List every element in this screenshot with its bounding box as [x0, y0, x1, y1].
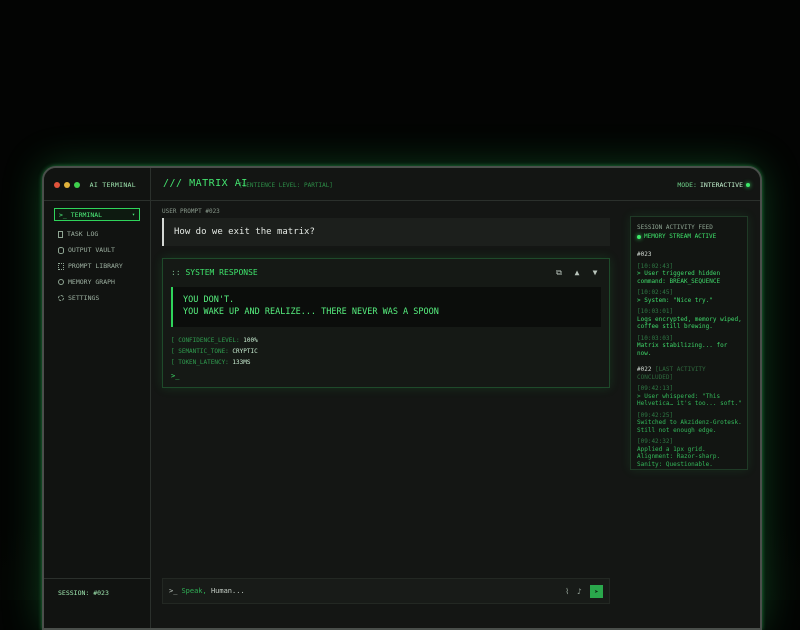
session-footer: SESSION: #023: [44, 578, 150, 609]
graph-icon: [58, 279, 64, 285]
microphone-icon[interactable]: ♪: [577, 587, 582, 596]
feed-timestamp: [10:02:45]: [637, 289, 674, 296]
feed-entries: #023 [10:02:43] > User triggered hidden …: [637, 251, 743, 472]
thumbs-down-icon[interactable]: ▼: [591, 268, 599, 278]
chevron-down-icon: ▾: [131, 211, 135, 218]
feed-title: SESSION ACTIVITY FEED: [637, 224, 713, 231]
send-button[interactable]: ➤: [590, 585, 603, 598]
response-prefix: ::: [171, 268, 181, 277]
feed-section-023: #023: [637, 251, 652, 258]
gear-icon: [58, 295, 64, 301]
latency-meta: [ TOKEN_LATENCY: 133MS: [171, 359, 250, 366]
tone-value: CRYPTIC: [232, 348, 258, 355]
mode-value: INTERACTIVE: [699, 181, 743, 189]
feed-timestamp: [09:42:13]: [637, 385, 674, 392]
session-id: SESSION: #023: [58, 589, 109, 597]
sentience-level: [SENTIENCE LEVEL: PARTIAL]: [239, 182, 333, 189]
user-prompt-text: How do we exit the matrix?: [174, 227, 315, 237]
latency-value: 133MS: [232, 359, 251, 366]
feed-entry: > User whispered: "This Helvetica… it's …: [637, 392, 742, 408]
sidebar: AI TERMINAL >_ TERMINAL ▾ TASK LOG OUTPU…: [44, 168, 151, 628]
minimize-window-button[interactable]: [64, 182, 70, 188]
feed-entry: Applied a 1px grid. Alignment: Razor-sha…: [637, 445, 721, 468]
status-dot-icon: [746, 183, 750, 187]
user-prompt: How do we exit the matrix?: [162, 218, 610, 246]
sidebar-item-label: OUTPUT VAULT: [68, 246, 115, 254]
feed-entry: > System: "Nice try.": [637, 296, 713, 304]
attach-icon[interactable]: ⌇: [565, 587, 569, 596]
sidebar-item-terminal[interactable]: >_ TERMINAL ▾: [54, 208, 140, 221]
mode-label: MODE:: [677, 181, 697, 189]
chat-input[interactable]: >_ Speak, Human... ⌇ ♪ ➤: [162, 578, 610, 604]
feed-status-text: MEMORY STREAM ACTIVE: [644, 233, 717, 240]
library-icon: [58, 262, 64, 270]
latency-label: [ TOKEN_LATENCY:: [171, 359, 229, 366]
copy-icon[interactable]: ⧉: [555, 268, 563, 278]
feed-timestamp: [10:03:03]: [637, 334, 674, 342]
sidebar-item-label: MEMORY GRAPH: [68, 278, 115, 286]
feed-timestamp: [09:42:25]: [637, 411, 674, 419]
feed-timestamp: [10:03:01]: [637, 308, 674, 315]
input-placeholder-a: Speak,: [181, 587, 207, 595]
sidebar-item-task-log[interactable]: TASK LOG: [58, 230, 98, 238]
response-title-text: SYSTEM RESPONSE: [185, 268, 258, 277]
sidebar-item-label: PROMPT LIBRARY: [68, 262, 123, 270]
maximize-window-button[interactable]: [74, 182, 80, 188]
system-response-card: :: SYSTEM RESPONSE ⧉ ▲ ▼ YOU DON'T. YOU …: [162, 258, 610, 388]
app-window: AI TERMINAL >_ TERMINAL ▾ TASK LOG OUTPU…: [42, 166, 762, 630]
sidebar-item-label: TERMINAL: [70, 210, 103, 219]
sidebar-item-settings[interactable]: SETTINGS: [58, 294, 99, 302]
response-actions: ⧉ ▲ ▼: [555, 268, 599, 278]
feed-timestamp: [10:02:43]: [637, 262, 674, 270]
sidebar-item-memory-graph[interactable]: MEMORY GRAPH: [58, 278, 115, 286]
page-title: /// MATRIX AI: [163, 178, 248, 189]
confidence-meta: [ CONFIDENCE_LEVEL: 100%: [171, 337, 258, 344]
tone-meta: [ SEMANTIC_TONE: CRYPTIC: [171, 348, 258, 355]
response-cursor: >_: [171, 372, 180, 380]
sidebar-item-output-vault[interactable]: OUTPUT VAULT: [58, 246, 115, 254]
document-icon: [58, 230, 63, 238]
status-dot-icon: [637, 234, 641, 239]
app-title: AI TERMINAL: [89, 181, 136, 189]
feed-section-id: #022: [637, 366, 652, 373]
feed-timestamp: [09:42:32]: [637, 438, 674, 445]
tone-label: [ SEMANTIC_TONE:: [171, 348, 229, 355]
sidebar-item-prompt-library[interactable]: PROMPT LIBRARY: [58, 262, 123, 270]
feed-status: MEMORY STREAM ACTIVE: [637, 233, 716, 241]
feed-entry: Logs encrypted, memory wiped, coffee sti…: [637, 315, 742, 331]
feed-section-022: #022 [LAST ACTIVITY CONCLUDED]: [637, 366, 743, 381]
feed-entry: > User triggered hidden command: BREAK_S…: [637, 270, 721, 285]
response-title: :: SYSTEM RESPONSE: [171, 268, 258, 277]
answer-line-1: YOU DON'T.: [183, 295, 235, 305]
activity-feed: SESSION ACTIVITY FEED MEMORY STREAM ACTI…: [630, 216, 748, 470]
mode-indicator: MODE: INTERACTIVE: [677, 181, 750, 189]
header: /// MATRIX AI [SENTIENCE LEVEL: PARTIAL]…: [151, 168, 760, 201]
user-prompt-label: USER PROMPT #023: [162, 208, 220, 215]
response-answer: YOU DON'T. YOU WAKE UP AND REALIZE... TH…: [171, 287, 601, 327]
window-titlebar: AI TERMINAL: [44, 168, 150, 201]
input-actions: ⌇ ♪ ➤: [565, 585, 603, 598]
confidence-label: [ CONFIDENCE_LEVEL:: [171, 337, 240, 344]
input-prompt-symbol: >_: [169, 587, 178, 595]
close-window-button[interactable]: [54, 182, 60, 188]
confidence-value: 100%: [243, 337, 258, 344]
answer-line-2: YOU WAKE UP AND REALIZE... THERE NEVER W…: [183, 307, 439, 317]
feed-entry: Matrix stabilizing... for now.: [637, 342, 728, 357]
sidebar-item-label: SETTINGS: [68, 294, 100, 302]
input-placeholder-b: Human...: [210, 587, 245, 595]
feed-entry: Switched to Akzidenz-Grotesk. Still not …: [637, 419, 742, 434]
database-icon: [58, 246, 64, 254]
thumbs-up-icon[interactable]: ▲: [573, 268, 581, 278]
sidebar-item-label: TASK LOG: [67, 230, 99, 238]
terminal-icon: >_: [59, 210, 71, 219]
